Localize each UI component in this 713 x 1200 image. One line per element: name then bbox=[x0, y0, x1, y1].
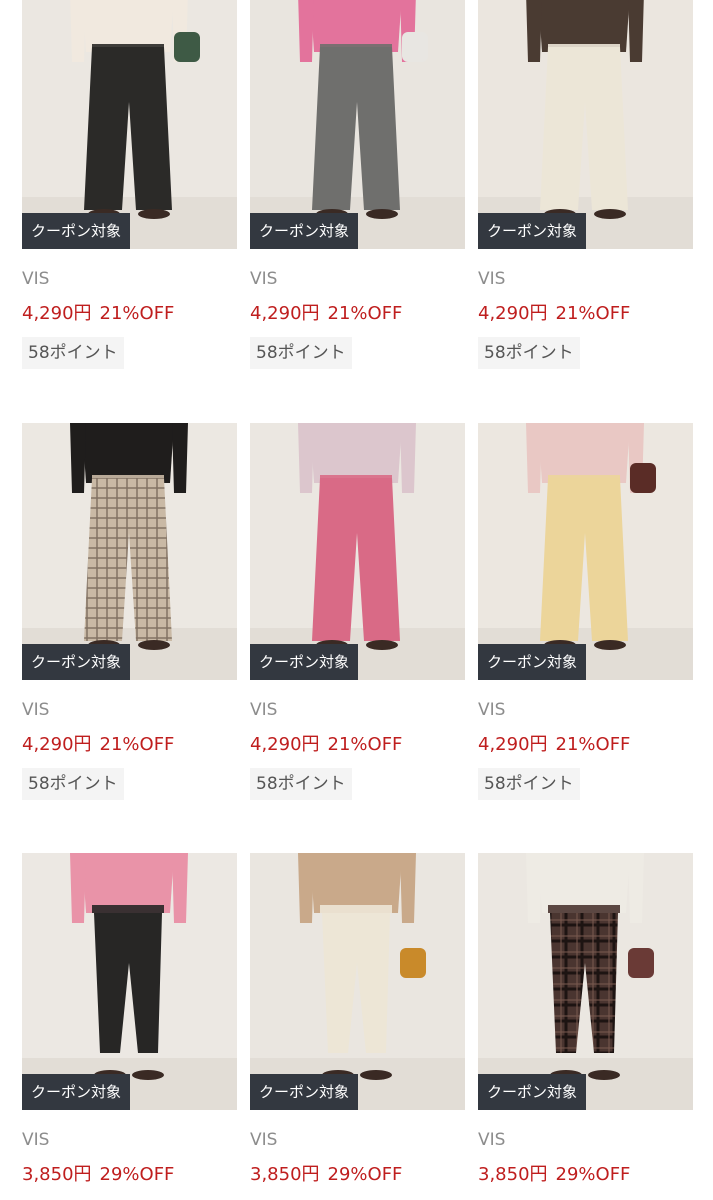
points-badge: 58ポイント bbox=[478, 768, 580, 800]
product-card[interactable]: クーポン対象 VIS 3,850円 29%OFF bbox=[478, 853, 693, 1187]
discount: 29%OFF bbox=[99, 1164, 175, 1185]
price: 3,850円 bbox=[22, 1164, 92, 1185]
points-badge: 58ポイント bbox=[22, 337, 124, 369]
points-badge: 58ポイント bbox=[478, 337, 580, 369]
price: 4,290円 bbox=[478, 734, 548, 755]
coupon-badge: クーポン対象 bbox=[250, 1074, 359, 1110]
coupon-badge: クーポン対象 bbox=[22, 213, 131, 249]
price-line: 4,290円 21%OFF bbox=[478, 733, 693, 757]
product-image[interactable]: クーポン対象 bbox=[250, 853, 465, 1110]
brand-name[interactable]: VIS bbox=[250, 1128, 465, 1152]
discount: 29%OFF bbox=[327, 1164, 403, 1185]
price: 4,290円 bbox=[250, 303, 320, 324]
product-card[interactable]: クーポン対象 VIS 3,850円 29%OFF bbox=[22, 853, 237, 1187]
brand-name[interactable]: VIS bbox=[250, 698, 465, 722]
coupon-badge: クーポン対象 bbox=[478, 644, 587, 680]
points-badge: 58ポイント bbox=[250, 768, 352, 800]
price-line: 4,290円 21%OFF bbox=[22, 302, 237, 326]
coupon-badge: クーポン対象 bbox=[22, 1074, 131, 1110]
price: 4,290円 bbox=[478, 303, 548, 324]
price: 4,290円 bbox=[22, 734, 92, 755]
product-card[interactable]: クーポン対象 VIS 4,290円 21%OFF 58ポイント bbox=[478, 0, 693, 369]
product-image[interactable]: クーポン対象 bbox=[478, 853, 693, 1110]
discount: 21%OFF bbox=[99, 303, 175, 324]
product-card[interactable]: クーポン対象 VIS 4,290円 21%OFF 58ポイント bbox=[22, 423, 237, 800]
discount: 21%OFF bbox=[555, 734, 631, 755]
product-card[interactable]: クーポン対象 VIS 3,850円 29%OFF bbox=[250, 853, 465, 1187]
product-card[interactable]: クーポン対象 VIS 4,290円 21%OFF 58ポイント bbox=[478, 423, 693, 800]
discount: 21%OFF bbox=[99, 734, 175, 755]
discount: 21%OFF bbox=[327, 303, 403, 324]
price-line: 4,290円 21%OFF bbox=[478, 302, 693, 326]
product-image[interactable]: クーポン対象 bbox=[250, 423, 465, 680]
price: 4,290円 bbox=[250, 734, 320, 755]
discount: 21%OFF bbox=[555, 303, 631, 324]
product-image[interactable]: クーポン対象 bbox=[250, 0, 465, 249]
brand-name[interactable]: VIS bbox=[22, 1128, 237, 1152]
brand-name[interactable]: VIS bbox=[22, 698, 237, 722]
points-badge: 58ポイント bbox=[250, 337, 352, 369]
coupon-badge: クーポン対象 bbox=[478, 213, 587, 249]
brand-name[interactable]: VIS bbox=[22, 267, 237, 291]
price: 3,850円 bbox=[250, 1164, 320, 1185]
coupon-badge: クーポン対象 bbox=[250, 213, 359, 249]
product-image[interactable]: クーポン対象 bbox=[478, 0, 693, 249]
product-image[interactable]: クーポン対象 bbox=[22, 853, 237, 1110]
discount: 29%OFF bbox=[555, 1164, 631, 1185]
coupon-badge: クーポン対象 bbox=[478, 1074, 587, 1110]
product-image[interactable]: クーポン対象 bbox=[22, 423, 237, 680]
price-line: 4,290円 21%OFF bbox=[250, 302, 465, 326]
product-card[interactable]: クーポン対象 VIS 4,290円 21%OFF 58ポイント bbox=[22, 0, 237, 369]
brand-name[interactable]: VIS bbox=[478, 267, 693, 291]
brand-name[interactable]: VIS bbox=[478, 1128, 693, 1152]
coupon-badge: クーポン対象 bbox=[250, 644, 359, 680]
price: 4,290円 bbox=[22, 303, 92, 324]
price-line: 3,850円 29%OFF bbox=[478, 1163, 693, 1187]
price-line: 4,290円 21%OFF bbox=[22, 733, 237, 757]
product-card[interactable]: クーポン対象 VIS 4,290円 21%OFF 58ポイント bbox=[250, 423, 465, 800]
price-line: 3,850円 29%OFF bbox=[250, 1163, 465, 1187]
brand-name[interactable]: VIS bbox=[250, 267, 465, 291]
price-line: 3,850円 29%OFF bbox=[22, 1163, 237, 1187]
discount: 21%OFF bbox=[327, 734, 403, 755]
product-image[interactable]: クーポン対象 bbox=[22, 0, 237, 249]
coupon-badge: クーポン対象 bbox=[22, 644, 131, 680]
brand-name[interactable]: VIS bbox=[478, 698, 693, 722]
points-badge: 58ポイント bbox=[22, 768, 124, 800]
product-card[interactable]: クーポン対象 VIS 4,290円 21%OFF 58ポイント bbox=[250, 0, 465, 369]
price-line: 4,290円 21%OFF bbox=[250, 733, 465, 757]
product-image[interactable]: クーポン対象 bbox=[478, 423, 693, 680]
price: 3,850円 bbox=[478, 1164, 548, 1185]
